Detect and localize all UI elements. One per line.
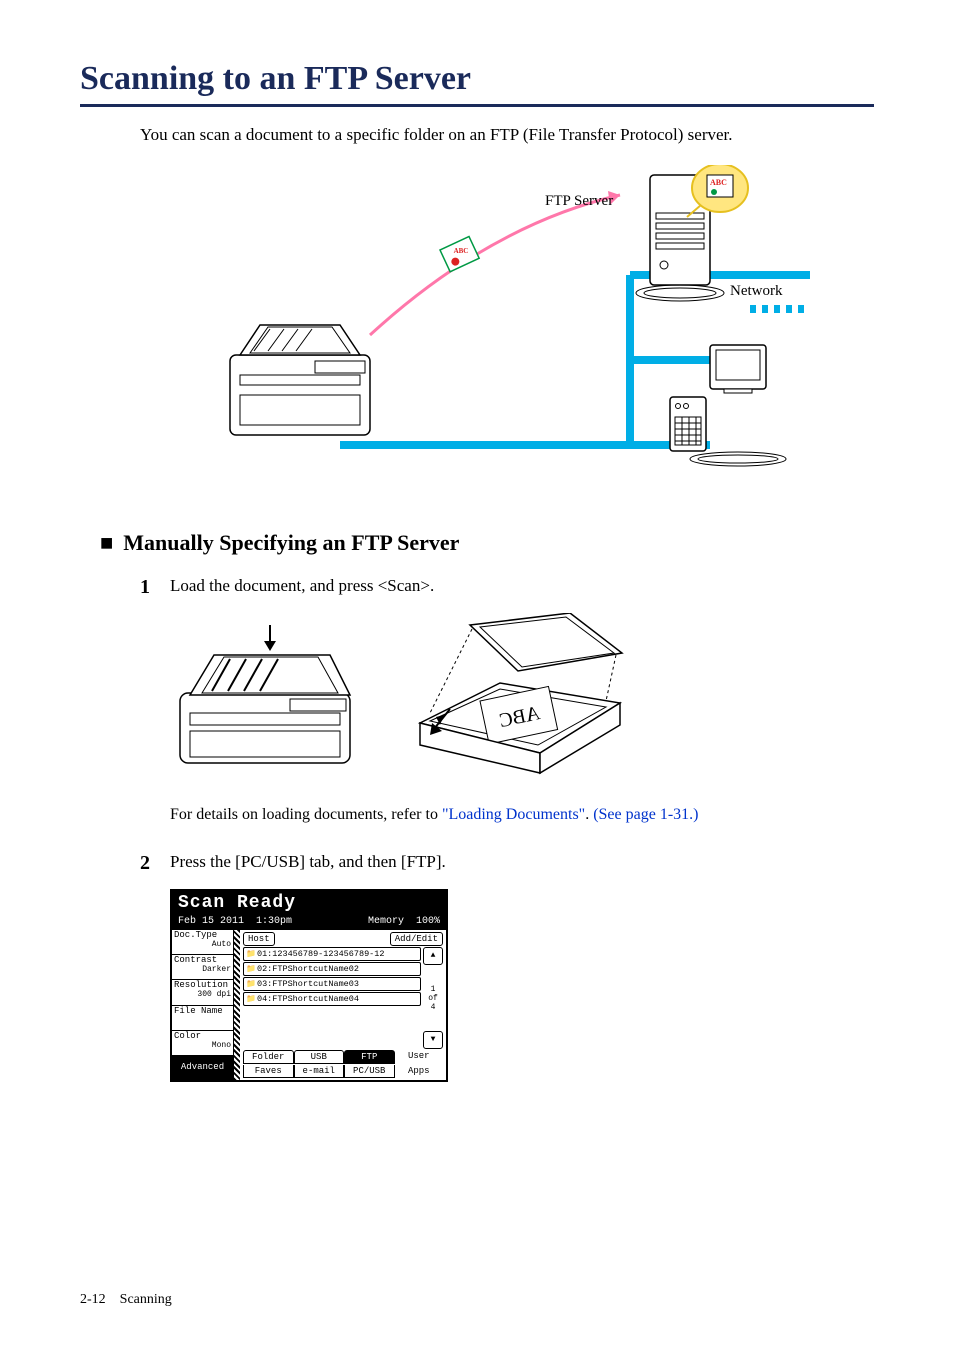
doctype-button[interactable]: Doc.TypeAuto <box>172 930 233 955</box>
list-item[interactable]: 📁02:FTPShortcutName02 <box>243 962 421 976</box>
ftp-entry-icon: 📁 <box>246 950 256 959</box>
ftp-entry-icon: 📁 <box>246 995 256 1004</box>
host-button[interactable]: Host <box>243 932 275 946</box>
contrast-button[interactable]: ContrastDarker <box>172 955 233 980</box>
step-text: Load the document, and press <Scan>. <box>170 576 434 596</box>
list-item[interactable]: 📁03:FTPShortcutName03 <box>243 977 421 991</box>
bullet-icon: ■ <box>100 530 113 556</box>
mfp-adf-illustration <box>170 613 370 788</box>
step-num: 1 <box>140 576 166 599</box>
tab-user[interactable]: User <box>395 1050 444 1064</box>
mfp-icon <box>230 325 370 435</box>
display-title: Scan Ready <box>172 891 446 915</box>
ftp-entry-icon: 📁 <box>246 965 256 974</box>
page-footer: 2-12 Scanning <box>80 1292 172 1308</box>
ftp-server-label: FTP Server <box>545 193 613 209</box>
tab-ftp[interactable]: FTP <box>344 1050 395 1064</box>
list-item[interactable]: 📁01:123456789-123456789-12 <box>243 947 421 961</box>
scroll-up-button[interactable]: ▲ <box>423 947 443 965</box>
add-edit-button[interactable]: Add/Edit <box>390 932 443 946</box>
scroll-down-button[interactable]: ▼ <box>423 1031 443 1049</box>
tab-pcusb[interactable]: PC/USB <box>344 1065 395 1078</box>
svg-text:ABC: ABC <box>454 247 469 255</box>
step-text: Press the [PC/USB] tab, and then [FTP]. <box>170 852 446 872</box>
loading-documents-link[interactable]: "Loading Documents" <box>442 806 585 823</box>
page-title: Scanning to an FTP Server <box>80 60 874 107</box>
svg-text:ABC: ABC <box>710 178 727 187</box>
list-item[interactable]: 📁04:FTPShortcutName04 <box>243 992 421 1006</box>
resolution-button[interactable]: Resolution300 dpi <box>172 980 233 1005</box>
step-num: 2 <box>140 852 166 875</box>
step1-caption: For details on loading documents, refer … <box>170 806 874 824</box>
step-2: 2 Press the [PC/USB] tab, and then [FTP]… <box>140 852 874 875</box>
color-button[interactable]: ColorMono <box>172 1031 233 1056</box>
tab-faves[interactable]: Faves <box>243 1065 294 1078</box>
ftp-entry-icon: 📁 <box>246 980 256 989</box>
device-display: Scan Ready Feb 15 2011 1:30pm Memory 100… <box>170 889 448 1082</box>
filename-button[interactable]: File Name <box>172 1006 233 1031</box>
page-indicator: 1 of 4 <box>423 965 443 1031</box>
section-heading: ■Manually Specifying an FTP Server <box>100 530 874 556</box>
see-page-link[interactable]: (See page 1-31.) <box>593 806 698 823</box>
network-label: Network <box>730 283 783 299</box>
display-left-column: Doc.TypeAuto ContrastDarker Resolution30… <box>172 930 234 1080</box>
tab-folder[interactable]: Folder <box>243 1050 294 1064</box>
display-status-bar: Feb 15 2011 1:30pm Memory 100% <box>172 915 446 930</box>
intro-text: You can scan a document to a specific fo… <box>140 125 874 145</box>
tab-apps[interactable]: Apps <box>395 1065 444 1078</box>
tab-usb[interactable]: USB <box>294 1050 345 1064</box>
tab-email[interactable]: e-mail <box>294 1065 345 1078</box>
network-diagram: Network ABC <box>170 165 874 500</box>
advanced-button[interactable]: Advanced <box>172 1056 233 1080</box>
step-1: 1 Load the document, and press <Scan>. <box>140 576 874 599</box>
platen-illustration: ABC <box>410 613 630 788</box>
